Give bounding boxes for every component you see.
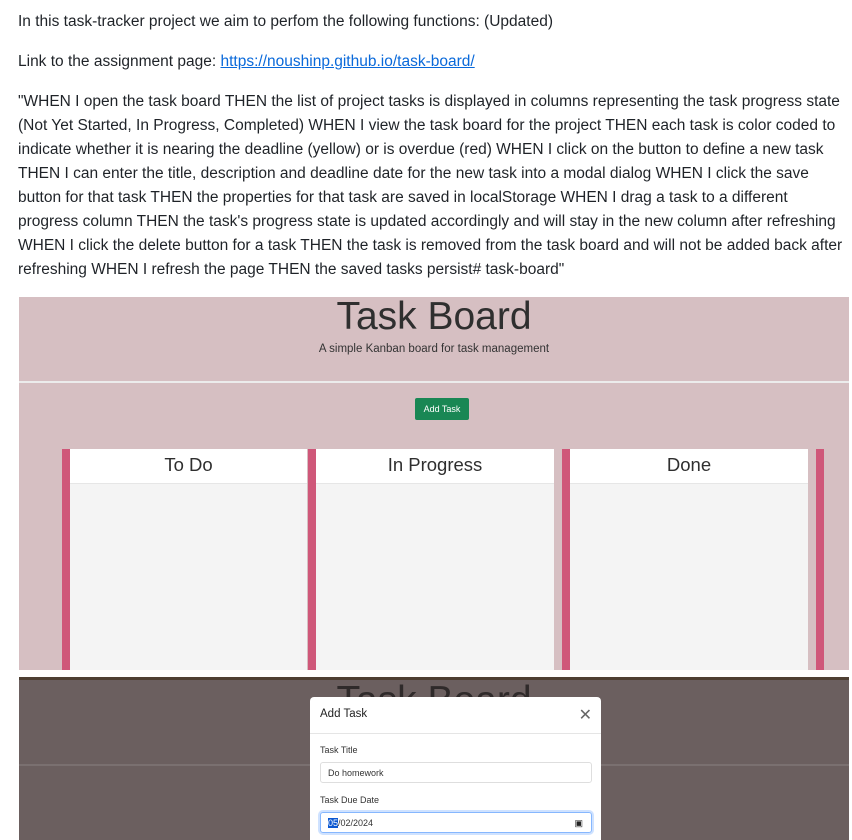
lane-accent-bar	[562, 449, 570, 670]
lane-card: Done	[570, 449, 808, 670]
close-icon[interactable]: ✕	[579, 705, 592, 725]
assignment-link[interactable]: https://noushinp.github.io/task-board/	[221, 53, 475, 70]
lane-accent-bar	[62, 449, 70, 670]
modal-header: Add Task ✕	[310, 697, 601, 734]
date-month-selection: 05	[328, 818, 339, 828]
lane-accent-bar	[308, 449, 316, 670]
link-line: Link to the assignment page: https://nou…	[18, 50, 475, 74]
calendar-icon[interactable]: ▣	[574, 818, 583, 829]
date-remainder: /02/2024	[338, 818, 374, 828]
board-title: Task Board	[336, 297, 532, 338]
task-due-date-input[interactable]: 05/02/2024 ▣	[320, 812, 592, 833]
add-task-modal-screenshot: Task Board Add Task ✕ Task Title Do home…	[19, 677, 849, 840]
lane-card: In Progress	[316, 449, 554, 670]
lane-header: To Do	[70, 449, 307, 484]
lane-header: Done	[570, 449, 808, 484]
board-subtitle: A simple Kanban board for task managemen…	[318, 343, 550, 355]
user-story-text: "WHEN I open the task board THEN the lis…	[18, 93, 843, 278]
add-task-button[interactable]: Add Task	[415, 398, 469, 420]
link-prefix: Link to the assignment page:	[18, 53, 221, 70]
task-title-label: Task Title	[320, 745, 358, 755]
modal-title: Add Task	[320, 708, 368, 720]
intro-text: In this task-tracker project we aim to p…	[18, 13, 553, 30]
add-task-modal: Add Task ✕ Task Title Do homework Task D…	[310, 697, 601, 840]
lane-header: In Progress	[316, 449, 554, 484]
task-title-input[interactable]: Do homework	[320, 762, 592, 783]
lane-accent-bar	[816, 449, 824, 670]
lane-card: To Do	[70, 449, 307, 670]
task-due-date-label: Task Due Date	[320, 795, 380, 805]
divider	[19, 381, 849, 383]
task-board-screenshot: Task Board A simple Kanban board for tas…	[19, 297, 849, 670]
